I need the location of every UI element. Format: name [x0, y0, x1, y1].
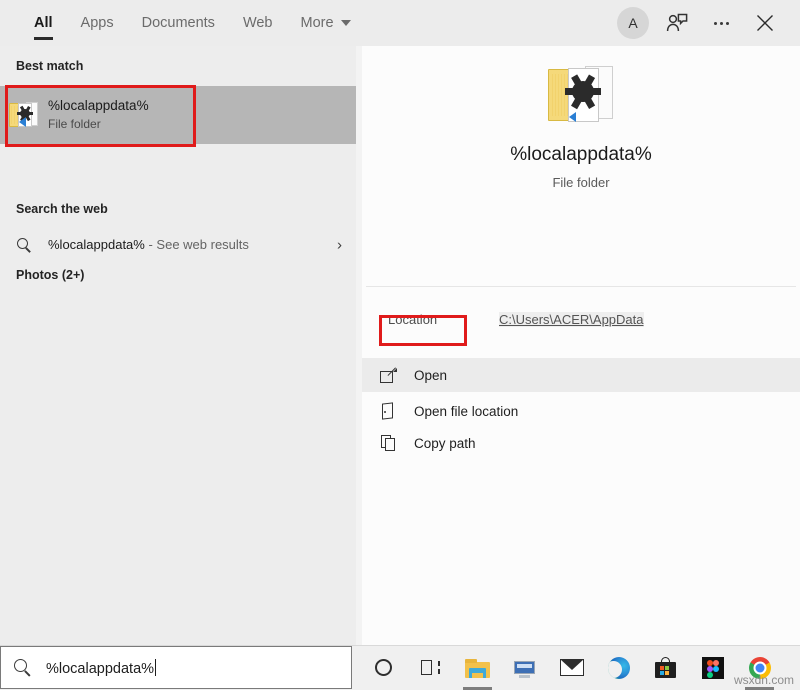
search-icon — [14, 658, 32, 677]
tab-more[interactable]: More — [287, 0, 365, 46]
start-menu-search-screen: All Apps Documents Web More A Best match… — [0, 0, 800, 690]
photos-heading: Photos (2+) — [16, 268, 85, 282]
watermark: wsxdn.com — [733, 673, 794, 687]
chevron-right-icon[interactable]: › — [337, 237, 342, 254]
detail-title: %localappdata% — [510, 144, 652, 165]
search-web-heading: Search the web — [16, 202, 108, 216]
web-result-suffix: - See web results — [144, 237, 249, 253]
tab-active-underline — [34, 37, 53, 40]
person-chat-icon[interactable] — [656, 2, 698, 44]
result-detail-panel: %localappdata% File folder Location C:\U… — [362, 46, 800, 645]
best-match-result[interactable]: %localappdata% File folder — [0, 86, 356, 144]
edge-icon[interactable] — [595, 645, 642, 690]
avatar: A — [617, 7, 649, 39]
folder-settings-icon — [548, 64, 614, 126]
taskbar-search-input[interactable]: %localappdata% — [46, 658, 157, 677]
text-cursor — [155, 658, 157, 676]
tab-apps[interactable]: Apps — [67, 0, 128, 46]
location-label: Location — [388, 311, 438, 327]
store-icon[interactable] — [642, 645, 689, 690]
close-icon[interactable] — [744, 2, 786, 44]
action-open-file-location[interactable]: Open file location — [362, 394, 800, 428]
action-open-label: Open — [414, 367, 448, 383]
open-folder-icon — [362, 402, 414, 420]
action-copy-path-label: Copy path — [414, 435, 476, 451]
search-icon — [0, 237, 48, 253]
file-explorer-icon[interactable] — [454, 645, 501, 690]
best-match-text: %localappdata% File folder — [48, 97, 149, 132]
tab-more-label: More — [300, 15, 334, 31]
ellipsis-dots — [713, 21, 729, 25]
web-result-text: %localappdata% - See web results — [48, 236, 249, 254]
detail-divider — [366, 286, 796, 287]
avatar-initial: A — [628, 15, 638, 31]
tab-all[interactable]: All — [20, 0, 67, 46]
search-results-panel: Best match %localappdata% File folder Se… — [0, 46, 356, 645]
chevron-down-icon — [340, 20, 351, 26]
tab-all-label: All — [34, 15, 53, 31]
task-view-icon[interactable] — [407, 645, 454, 690]
ellipsis-icon[interactable] — [700, 2, 742, 44]
monitor-app-icon[interactable] — [501, 645, 548, 690]
tab-apps-label: Apps — [80, 15, 114, 31]
action-copy-path[interactable]: Copy path — [362, 426, 800, 460]
tab-documents[interactable]: Documents — [128, 0, 229, 46]
best-match-heading: Best match — [16, 59, 84, 73]
figma-icon[interactable] — [689, 645, 736, 690]
search-header: All Apps Documents Web More A — [0, 0, 800, 46]
mail-icon[interactable] — [548, 645, 595, 690]
location-row: Location C:\Users\ACER\AppData — [362, 304, 800, 334]
open-window-icon — [362, 367, 414, 383]
web-result-item[interactable]: %localappdata% - See web results › — [0, 228, 356, 262]
detail-subtitle: File folder — [552, 175, 610, 190]
best-match-subtitle-text: File folder — [48, 116, 101, 131]
web-result-query: %localappdata% — [48, 237, 145, 253]
detail-hero: %localappdata% File folder — [362, 46, 800, 242]
tab-web-label: Web — [242, 15, 273, 31]
web-result-label: %localappdata% - See web results — [48, 236, 249, 254]
tab-web[interactable]: Web — [229, 0, 287, 46]
taskbar-search-box[interactable]: %localappdata% — [0, 646, 352, 689]
copy-icon — [362, 435, 414, 451]
action-open-file-location-label: Open file location — [414, 403, 519, 419]
folder-settings-icon — [0, 101, 48, 129]
action-open[interactable]: Open — [362, 358, 800, 392]
best-match-title-text: %localappdata% — [48, 98, 149, 114]
avatar-button[interactable]: A — [612, 2, 654, 44]
location-link[interactable]: C:\Users\ACER\AppData — [499, 311, 644, 327]
search-filter-tabs: All Apps Documents Web More — [20, 0, 365, 46]
cortana-icon[interactable] — [360, 645, 407, 690]
header-actions: A — [612, 0, 786, 46]
taskbar-search-value: %localappdata% — [46, 660, 155, 677]
tab-documents-label: Documents — [141, 15, 215, 31]
